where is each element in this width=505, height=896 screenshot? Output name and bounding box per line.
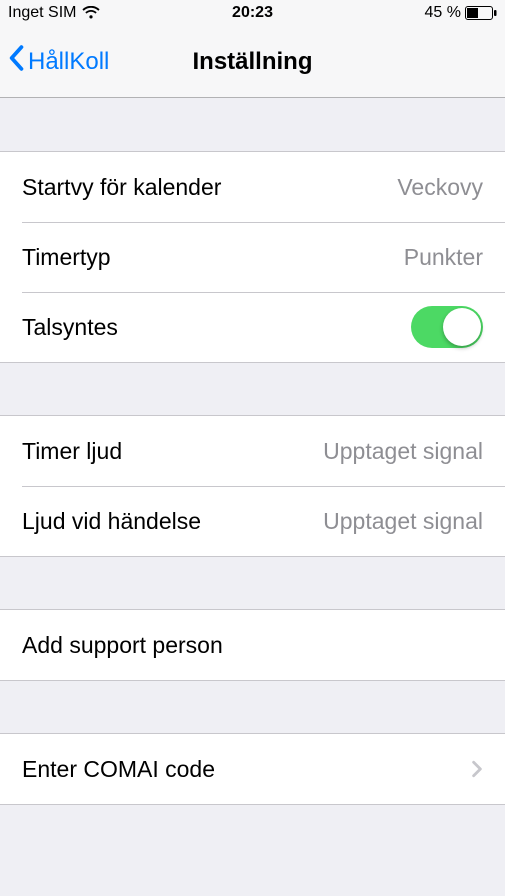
status-time: 20:23 — [232, 4, 273, 22]
cell-value: Upptaget signal — [323, 438, 483, 465]
row-timer-sound[interactable]: Timer ljud Upptaget signal — [0, 416, 505, 486]
carrier-text: Inget SIM — [8, 4, 76, 22]
group-spacer — [0, 98, 505, 151]
row-enter-comai-code[interactable]: Enter COMAI code — [0, 734, 505, 804]
cell-value: Punkter — [404, 244, 483, 271]
row-add-support-person[interactable]: Add support person — [0, 610, 505, 680]
row-talsyntes: Talsyntes — [0, 292, 505, 362]
cell-label: Add support person — [22, 632, 223, 659]
settings-group-4: Enter COMAI code — [0, 733, 505, 805]
page-title: Inställning — [193, 48, 313, 76]
status-right: 45 % — [425, 4, 497, 22]
nav-bar: HållKoll Inställning — [0, 26, 505, 98]
chevron-right-icon — [471, 760, 483, 778]
back-label: HållKoll — [28, 48, 109, 76]
cell-label: Talsyntes — [22, 314, 118, 341]
group-spacer — [0, 557, 505, 609]
cell-value: Upptaget signal — [323, 508, 483, 535]
settings-group-3: Add support person — [0, 609, 505, 681]
cell-label: Ljud vid händelse — [22, 508, 201, 535]
settings-group-2: Timer ljud Upptaget signal Ljud vid händ… — [0, 415, 505, 557]
status-left: Inget SIM — [8, 4, 100, 22]
back-button[interactable]: HållKoll — [0, 45, 109, 78]
cell-value: Veckovy — [397, 174, 483, 201]
cell-label: Startvy för kalender — [22, 174, 221, 201]
chevron-left-icon — [8, 45, 24, 78]
row-event-sound[interactable]: Ljud vid händelse Upptaget signal — [0, 486, 505, 556]
battery-icon — [465, 6, 497, 20]
cell-label: Enter COMAI code — [22, 756, 215, 783]
switch-knob — [443, 308, 481, 346]
group-spacer — [0, 363, 505, 415]
battery-text: 45 % — [425, 4, 461, 22]
status-bar: Inget SIM 20:23 45 % — [0, 0, 505, 26]
row-timer-type[interactable]: Timertyp Punkter — [0, 222, 505, 292]
group-spacer — [0, 681, 505, 733]
wifi-icon — [82, 6, 100, 20]
row-calendar-startview[interactable]: Startvy för kalender Veckovy — [0, 152, 505, 222]
talsyntes-switch[interactable] — [411, 306, 483, 348]
cell-label: Timer ljud — [22, 438, 122, 465]
cell-label: Timertyp — [22, 244, 111, 271]
settings-group-1: Startvy för kalender Veckovy Timertyp Pu… — [0, 151, 505, 363]
